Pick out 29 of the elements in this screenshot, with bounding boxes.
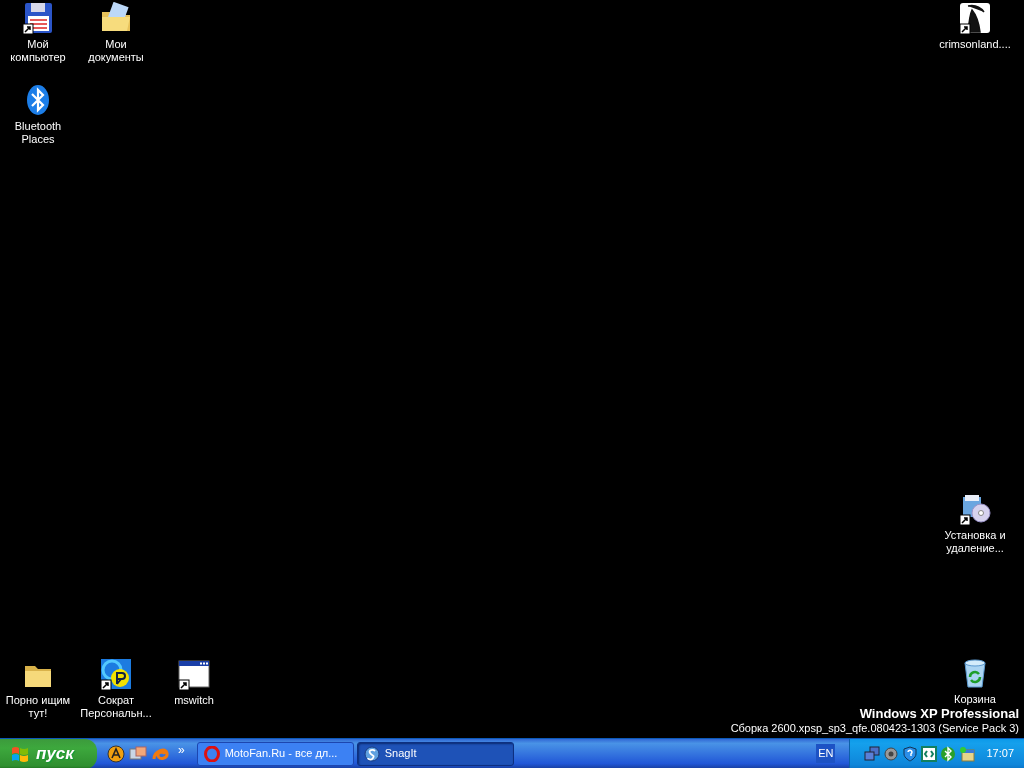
taskbar-button[interactable]: MotoFan.Ru - все дл... — [196, 741, 354, 766]
icon-label[interactable]: Мой компьютер — [0, 38, 76, 64]
icon-label[interactable]: mswitch — [156, 694, 232, 707]
messenger-icon[interactable] — [129, 744, 147, 763]
icon-label[interactable]: Мои документы — [78, 38, 154, 64]
installer-cd-icon[interactable] — [959, 493, 991, 525]
overflow-chevron[interactable]: » — [178, 741, 185, 759]
player-icon[interactable] — [107, 744, 125, 763]
speaker-icon[interactable] — [883, 745, 900, 762]
reaper-icon[interactable] — [959, 2, 991, 34]
os-build-text: Сборка 2600.xpsp_sp3_qfe.080423-1303 (Service Pack 3) — [730, 721, 1019, 735]
opera-icon — [203, 745, 220, 762]
icon-label[interactable]: Сократ Персональн... — [78, 694, 154, 720]
folder-icon[interactable] — [100, 2, 132, 34]
snagit-icon — [363, 745, 380, 762]
icon-label[interactable]: crimsonland.... — [937, 38, 1013, 51]
taskbar-button[interactable]: SnagIt — [356, 741, 514, 766]
scheduler-icon[interactable] — [959, 745, 976, 762]
network-computers-icon[interactable] — [864, 745, 881, 762]
translator-icon[interactable] — [100, 658, 132, 690]
icon-label[interactable]: Корзина — [937, 693, 1013, 706]
language-indicator[interactable]: EN — [816, 744, 836, 763]
shield-icon[interactable] — [902, 745, 919, 762]
os-edition-text: Windows XP Professional — [859, 706, 1019, 721]
icon-label[interactable]: Bluetooth Places — [0, 120, 76, 146]
application-window-icon[interactable] — [178, 658, 210, 690]
monitor-icon[interactable] — [921, 745, 938, 762]
icon-label[interactable]: Установка и удаление... — [937, 529, 1013, 555]
icon-label[interactable]: Порно ищим тут! — [0, 694, 76, 720]
